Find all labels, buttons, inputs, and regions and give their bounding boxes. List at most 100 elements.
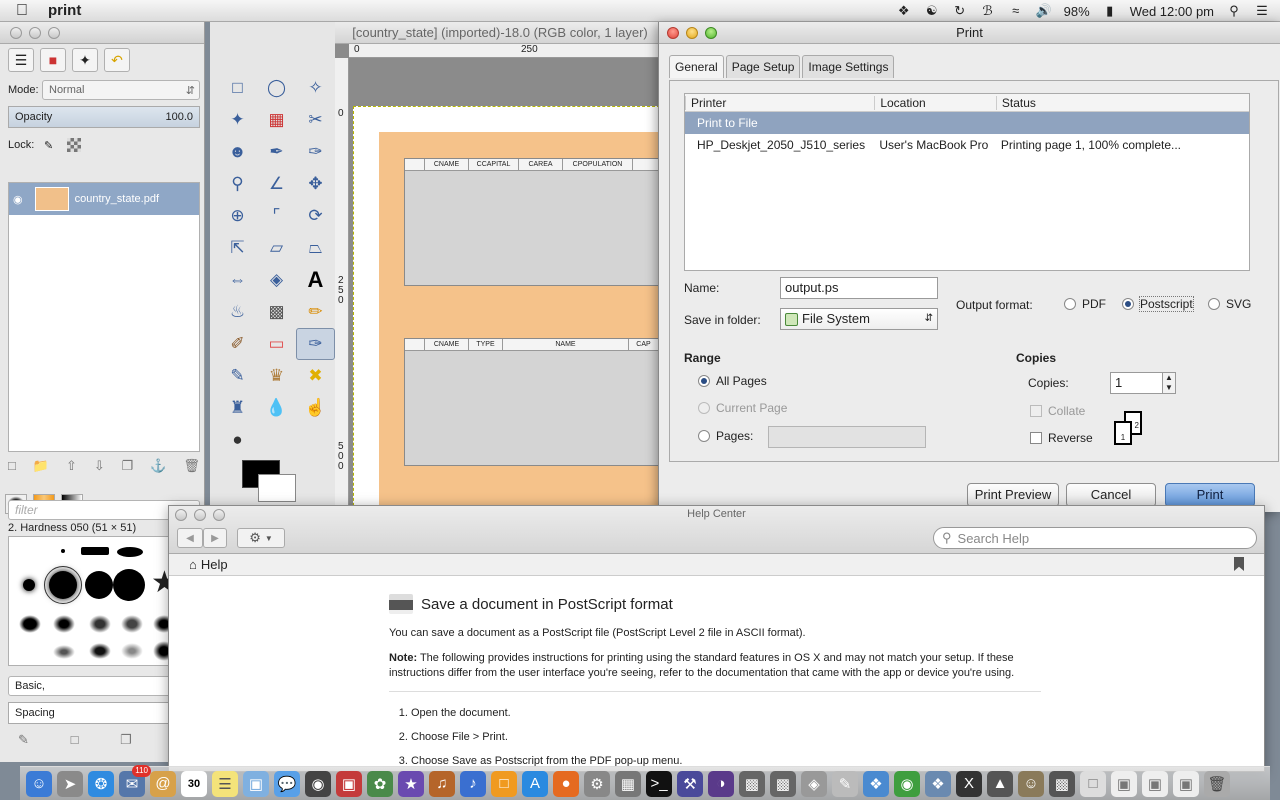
- shear-tool-icon[interactable]: ▱: [257, 232, 296, 264]
- brush-thumb[interactable]: [113, 569, 145, 601]
- align-tool-icon[interactable]: ⊕: [218, 200, 257, 232]
- lock-pixels-icon[interactable]: ✎: [44, 139, 53, 152]
- bookmark-icon[interactable]: [1234, 557, 1244, 571]
- garageband-icon[interactable]: ♫: [429, 770, 455, 797]
- copies-stepper[interactable]: ▲ ▼: [1162, 372, 1176, 394]
- brush-thumb[interactable]: [85, 571, 113, 599]
- ink-tool-icon[interactable]: ✎: [218, 360, 257, 392]
- printer-row[interactable]: HP_Deskjet_2050_J510_series User's MacBo…: [685, 134, 1249, 156]
- zoom-button[interactable]: [48, 27, 60, 39]
- layer-name[interactable]: country_state.pdf: [75, 193, 159, 205]
- photo-booth-icon[interactable]: ▣: [336, 770, 362, 797]
- brush-thumb[interactable]: [89, 615, 111, 633]
- wifi-icon[interactable]: ≈: [1008, 3, 1024, 19]
- pages-input[interactable]: [768, 426, 926, 448]
- col-location[interactable]: Location: [874, 95, 996, 110]
- apple-menu-icon[interactable]: : [0, 2, 44, 20]
- collate-checkbox[interactable]: Collate: [1030, 404, 1085, 418]
- brush-thumb[interactable]: [53, 615, 75, 633]
- foreground-select-tool-icon[interactable]: ☻: [218, 136, 257, 168]
- dodge-burn-tool-icon[interactable]: ●: [218, 424, 257, 456]
- xcode-icon[interactable]: ⚒: [677, 770, 703, 797]
- app-icon[interactable]: ◈: [801, 770, 827, 797]
- heal-tool-icon[interactable]: ✖: [296, 360, 335, 392]
- system-preferences-icon[interactable]: ⚙: [584, 770, 610, 797]
- color-picker-tool-icon[interactable]: ✑: [296, 136, 335, 168]
- reverse-checkbox[interactable]: Reverse: [1030, 431, 1093, 445]
- spotlight-search-icon[interactable]: ⚲: [1226, 3, 1242, 19]
- eclipse-icon[interactable]: ◑: [708, 770, 734, 797]
- anchor-layer-icon[interactable]: ⚓: [150, 458, 166, 474]
- cage-tool-icon[interactable]: ◈: [257, 264, 296, 296]
- itunes-icon[interactable]: ♪: [460, 770, 486, 797]
- brush-thumb[interactable]: [117, 547, 143, 557]
- bucket-fill-tool-icon[interactable]: ♨: [218, 296, 257, 328]
- time-machine-icon[interactable]: ↻: [952, 3, 968, 19]
- text-tool-icon[interactable]: A: [296, 264, 335, 296]
- firefox-icon[interactable]: ●: [553, 770, 579, 797]
- trash-icon[interactable]: 🗑: [1204, 770, 1230, 797]
- background-color-swatch[interactable]: [258, 474, 296, 502]
- window-icon[interactable]: ▣: [1173, 770, 1199, 797]
- app-icon[interactable]: ✎: [832, 770, 858, 797]
- app-icon[interactable]: ❖: [925, 770, 951, 797]
- clone-tool-icon[interactable]: ♛: [257, 360, 296, 392]
- tab-general[interactable]: General: [669, 55, 724, 78]
- color-select-tool-icon[interactable]: ▦: [257, 104, 296, 136]
- layers-tab-icon[interactable]: ☰: [8, 48, 34, 72]
- brush-thumb[interactable]: [121, 615, 143, 633]
- back-button[interactable]: ◀: [177, 528, 203, 548]
- fuzzy-select-tool-icon[interactable]: ✦: [218, 104, 257, 136]
- app-icon[interactable]: ▩: [1049, 770, 1075, 797]
- scale-tool-icon[interactable]: ⇱: [218, 232, 257, 264]
- printer-row[interactable]: Print to File: [685, 112, 1249, 134]
- scissors-tool-icon[interactable]: ✂: [296, 104, 335, 136]
- chrome-icon[interactable]: ◉: [894, 770, 920, 797]
- brush-thumb[interactable]: [121, 643, 143, 659]
- smudge-tool-icon[interactable]: ☝: [296, 392, 335, 424]
- file-icon[interactable]: ▦: [615, 770, 641, 797]
- format-postscript-radio[interactable]: Postscript: [1122, 296, 1194, 312]
- bluetooth-icon[interactable]: ℬ: [980, 3, 996, 19]
- channels-tab-icon[interactable]: ■: [40, 48, 66, 72]
- app-icon[interactable]: ❖: [863, 770, 889, 797]
- document-icon[interactable]: □: [1080, 770, 1106, 797]
- print-button[interactable]: Print: [1165, 483, 1255, 507]
- brush-thumb[interactable]: [23, 579, 35, 591]
- finder-icon[interactable]: ☺: [26, 770, 52, 797]
- paths-tool-icon[interactable]: ✒: [257, 136, 296, 168]
- clock[interactable]: Wed 12:00 pm: [1130, 4, 1214, 19]
- dropbox-icon[interactable]: ❖: [896, 3, 912, 19]
- paths-tab-icon[interactable]: ✦: [72, 48, 98, 72]
- app-icon[interactable]: ▲: [987, 770, 1013, 797]
- battery-percent[interactable]: 98%: [1064, 4, 1090, 19]
- flip-tool-icon[interactable]: ⇔: [218, 264, 257, 296]
- ellipse-select-tool-icon[interactable]: ◯: [257, 72, 296, 104]
- perspective-tool-icon[interactable]: ⏢: [296, 232, 335, 264]
- contacts-icon[interactable]: @: [150, 770, 176, 797]
- window-icon[interactable]: ▣: [1142, 770, 1168, 797]
- messages-icon[interactable]: 💬: [274, 770, 300, 797]
- duplicate-brush-icon[interactable]: ❐: [120, 732, 132, 748]
- gimp-icon[interactable]: ☺: [1018, 770, 1044, 797]
- help-search-field[interactable]: ⚲ Search Help: [933, 527, 1257, 549]
- minimize-button[interactable]: [686, 27, 698, 39]
- col-status[interactable]: Status: [995, 95, 1249, 110]
- preview-icon[interactable]: ▣: [243, 770, 269, 797]
- app-menu-name[interactable]: print: [48, 2, 81, 19]
- brush-thumb[interactable]: [81, 547, 109, 555]
- new-group-icon[interactable]: 📁: [33, 458, 49, 474]
- move-tool-icon[interactable]: ✥: [296, 168, 335, 200]
- range-current-radio[interactable]: Current Page: [698, 401, 787, 415]
- terminal-icon[interactable]: >_: [646, 770, 672, 797]
- brush-thumb-selected[interactable]: [44, 566, 82, 604]
- brush-thumb[interactable]: [61, 549, 65, 553]
- format-svg-radio[interactable]: SVG: [1208, 297, 1251, 311]
- layer-row[interactable]: ◉ country_state.pdf: [9, 183, 199, 215]
- zoom-tool-icon[interactable]: ⚲: [218, 168, 257, 200]
- raise-layer-icon[interactable]: ⇧: [66, 458, 77, 474]
- free-select-tool-icon[interactable]: ✧: [296, 72, 335, 104]
- lock-alpha-icon[interactable]: [67, 138, 82, 152]
- new-layer-icon[interactable]: □: [8, 458, 16, 474]
- launchpad-icon[interactable]: ➤: [57, 770, 83, 797]
